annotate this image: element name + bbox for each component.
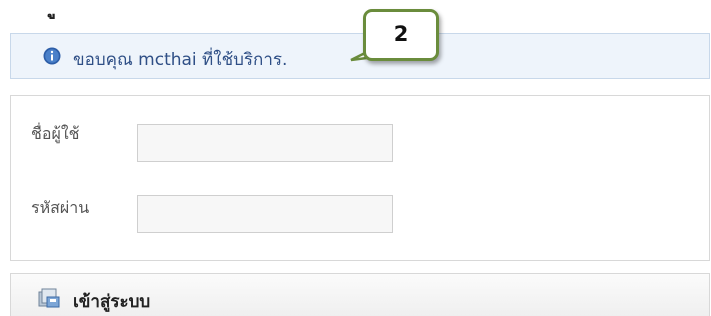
login-icon: [38, 288, 60, 308]
password-input[interactable]: [137, 195, 393, 233]
login-button-label: เข้าสู่ระบบ: [73, 292, 151, 312]
login-button[interactable]: เข้าสู่ระบบ: [10, 273, 710, 316]
login-form: ชื่อผู้ใช้ รหัสผ่าน: [10, 95, 710, 261]
password-label: รหัสผ่าน: [31, 198, 90, 217]
step-number-callout: 2: [363, 9, 439, 61]
username-input[interactable]: [137, 124, 393, 162]
info-icon: [43, 47, 61, 65]
notice-message: ขอบคุณ mcthai ที่ใช้บริการ.: [73, 50, 288, 70]
username-label: ชื่อผู้ใช้: [31, 124, 80, 143]
